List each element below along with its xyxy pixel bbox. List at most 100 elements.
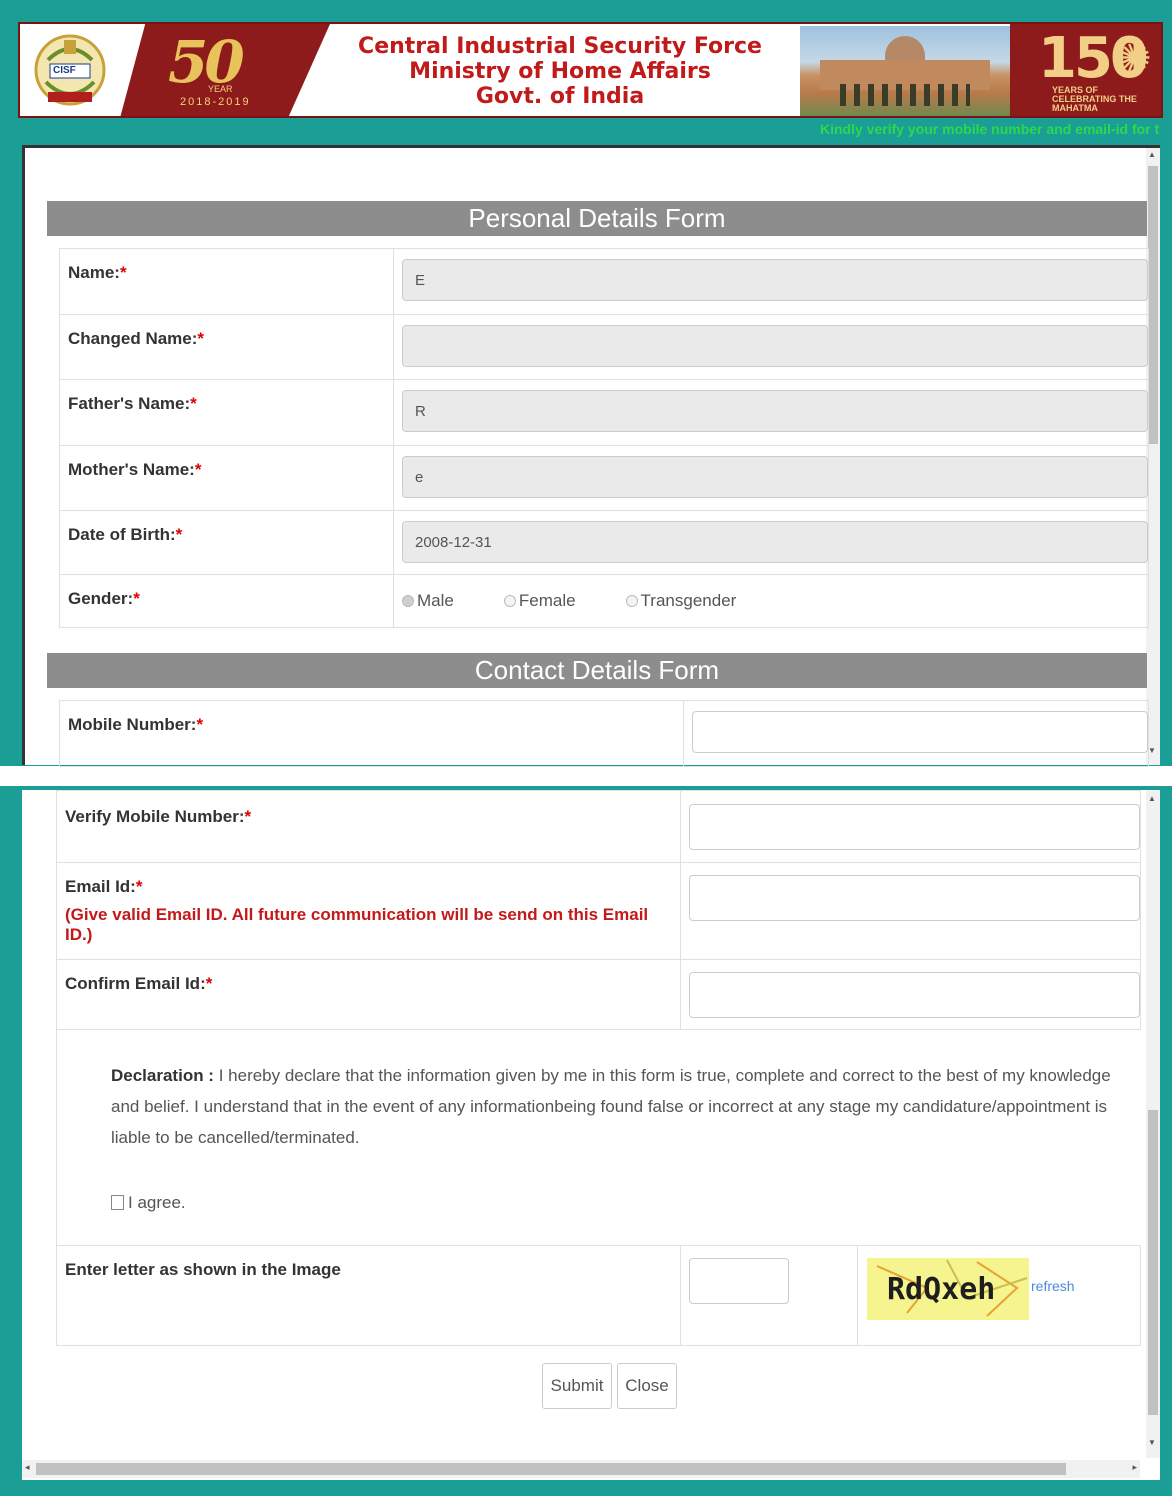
- contact-details-table-bottom: Verify Mobile Number:* Email Id:* (Give …: [56, 790, 1141, 1346]
- required-mark: *: [190, 394, 197, 413]
- fathers-name-label: Father's Name:*: [59, 379, 394, 446]
- table-row: Date of Birth:* 2008-12-31: [59, 510, 1149, 575]
- required-mark: *: [175, 525, 183, 544]
- agree-label: I agree.: [128, 1193, 186, 1212]
- radio-female[interactable]: [503, 595, 516, 607]
- verify-mobile-label: Verify Mobile Number:*: [56, 790, 681, 863]
- table-row: Verify Mobile Number:*: [56, 790, 1141, 863]
- table-row: Confirm Email Id:*: [56, 959, 1141, 1030]
- mobile-number-label: Mobile Number:*: [59, 700, 684, 767]
- table-row: Father's Name:* R: [59, 379, 1149, 446]
- email-input[interactable]: [689, 875, 1140, 921]
- form-panel-top: ▲ ▼ Personal Details Form Name:* E Chang…: [22, 145, 1160, 767]
- contact-details-header: Contact Details Form: [47, 653, 1147, 688]
- palace-dome: [885, 36, 925, 62]
- table-row: Declaration : I hereby declare that the …: [56, 1029, 1141, 1246]
- required-mark: *: [194, 460, 202, 479]
- name-field[interactable]: E: [402, 259, 1148, 301]
- table-row: Email Id:* (Give valid Email ID. All fut…: [56, 862, 1141, 960]
- horizontal-scroll-thumb[interactable]: [36, 1463, 1066, 1475]
- banner-line-2: Ministry of Home Affairs: [409, 59, 711, 84]
- charkha-icon: ✺: [1118, 37, 1152, 81]
- mothers-name-label: Mother's Name:*: [59, 445, 394, 511]
- contact-details-table-top: Mobile Number:*: [59, 700, 1149, 767]
- required-mark: *: [244, 807, 252, 826]
- form-panel-bottom: ▲ ▼ Verify Mobile Number:* Email Id:* (G…: [22, 790, 1160, 1480]
- banner-title: Central Industrial Security Force Minist…: [320, 34, 800, 109]
- submit-button[interactable]: Submit: [542, 1363, 612, 1409]
- required-mark: *: [205, 974, 213, 993]
- name-label: Name:*: [59, 248, 394, 315]
- mahatma-caption: YEARS OF CELEBRATING THE MAHATMA: [1052, 85, 1137, 113]
- parliament-image: [800, 26, 1010, 116]
- mothers-name-field[interactable]: e: [402, 456, 1148, 498]
- parade-figures: [840, 84, 970, 106]
- email-label-cell: Email Id:* (Give valid Email ID. All fut…: [56, 862, 681, 960]
- changed-name-label: Changed Name:*: [59, 314, 394, 380]
- captcha-input[interactable]: [689, 1258, 789, 1304]
- cisf-emblem: CISF: [28, 30, 112, 112]
- mahatma-logo: 150 ✺ YEARS OF CELEBRATING THE MAHATMA: [1010, 24, 1161, 116]
- captcha-image: RdQxeh: [867, 1258, 1029, 1320]
- table-row: Mobile Number:*: [59, 700, 1149, 767]
- captcha-text: RdQxeh: [887, 1272, 996, 1307]
- declaration-text: I hereby declare that the information gi…: [111, 1066, 1111, 1147]
- vertical-scrollbar[interactable]: ▲ ▼: [1146, 790, 1160, 1458]
- table-row: Changed Name:*: [59, 314, 1149, 380]
- captcha-divider: [857, 1246, 858, 1346]
- captcha-cell: RdQxeh refresh: [680, 1245, 1141, 1346]
- scroll-right-icon[interactable]: ▸: [1132, 1462, 1137, 1473]
- confirm-email-input[interactable]: [689, 972, 1140, 1018]
- emblem-text: CISF: [53, 65, 76, 76]
- verify-mobile-input[interactable]: [689, 804, 1140, 850]
- gender-option-transgender[interactable]: Transgender: [625, 591, 736, 611]
- gender-label: Gender:*: [59, 574, 394, 628]
- close-button[interactable]: Close: [617, 1363, 677, 1409]
- fathers-name-field[interactable]: R: [402, 390, 1148, 432]
- scroll-up-icon[interactable]: ▲: [1148, 150, 1156, 159]
- scroll-down-icon[interactable]: ▼: [1148, 746, 1156, 755]
- date-of-birth-field[interactable]: 2008-12-31: [402, 521, 1148, 563]
- required-mark: *: [197, 329, 205, 348]
- anniversary-label: YEAR: [208, 84, 233, 94]
- gender-radio-group: Male Female Transgender: [394, 575, 1148, 627]
- gender-option-female[interactable]: Female: [503, 591, 576, 611]
- table-row: Mother's Name:* e: [59, 445, 1149, 511]
- notice-marquee: Kindly verify your mobile number and ema…: [820, 121, 1160, 137]
- banner-line-1: Central Industrial Security Force: [358, 34, 762, 59]
- declaration-cell: Declaration : I hereby declare that the …: [56, 1029, 1141, 1246]
- date-of-birth-label: Date of Birth:*: [59, 510, 394, 575]
- anniversary-years: 2018-2019: [180, 96, 251, 108]
- gender-option-male[interactable]: Male: [402, 591, 454, 611]
- personal-details-table: Name:* E Changed Name:* Father's Name:* …: [59, 248, 1149, 628]
- email-label: Email Id:: [65, 877, 136, 896]
- scroll-thumb[interactable]: [1148, 1110, 1158, 1415]
- required-mark: *: [196, 715, 204, 734]
- top-frame: CISF 50 YEAR 2018-2019 Central Industria…: [0, 0, 1172, 767]
- scroll-down-icon[interactable]: ▼: [1148, 1438, 1156, 1447]
- required-mark: *: [133, 589, 140, 608]
- scroll-up-icon[interactable]: ▲: [1148, 794, 1156, 803]
- agree-row[interactable]: I agree.: [111, 1187, 1141, 1218]
- radio-male[interactable]: [402, 595, 414, 607]
- email-note: (Give valid Email ID. All future communi…: [65, 905, 649, 944]
- captcha-refresh-link[interactable]: refresh: [1031, 1278, 1075, 1294]
- personal-details-header: Personal Details Form: [47, 201, 1147, 236]
- required-mark: *: [119, 263, 127, 282]
- mobile-number-input[interactable]: [692, 711, 1148, 753]
- banner-line-3: Govt. of India: [475, 84, 645, 109]
- radio-transgender[interactable]: [625, 595, 638, 607]
- header-banner: CISF 50 YEAR 2018-2019 Central Industria…: [18, 22, 1163, 118]
- captcha-label: Enter letter as shown in the Image: [56, 1245, 681, 1346]
- declaration-block: Declaration : I hereby declare that the …: [57, 1030, 1141, 1242]
- table-row: Name:* E: [59, 248, 1149, 315]
- declaration-title: Declaration :: [111, 1066, 214, 1085]
- agree-checkbox[interactable]: [111, 1195, 124, 1210]
- changed-name-field[interactable]: [402, 325, 1148, 367]
- horizontal-scrollbar[interactable]: ◂ ▸: [22, 1460, 1140, 1478]
- scroll-left-icon[interactable]: ◂: [25, 1462, 30, 1473]
- required-mark: *: [135, 877, 143, 896]
- scroll-thumb[interactable]: [1148, 166, 1158, 444]
- confirm-email-label: Confirm Email Id:*: [56, 959, 681, 1030]
- table-row: Gender:* Male Female Transgender: [59, 574, 1149, 628]
